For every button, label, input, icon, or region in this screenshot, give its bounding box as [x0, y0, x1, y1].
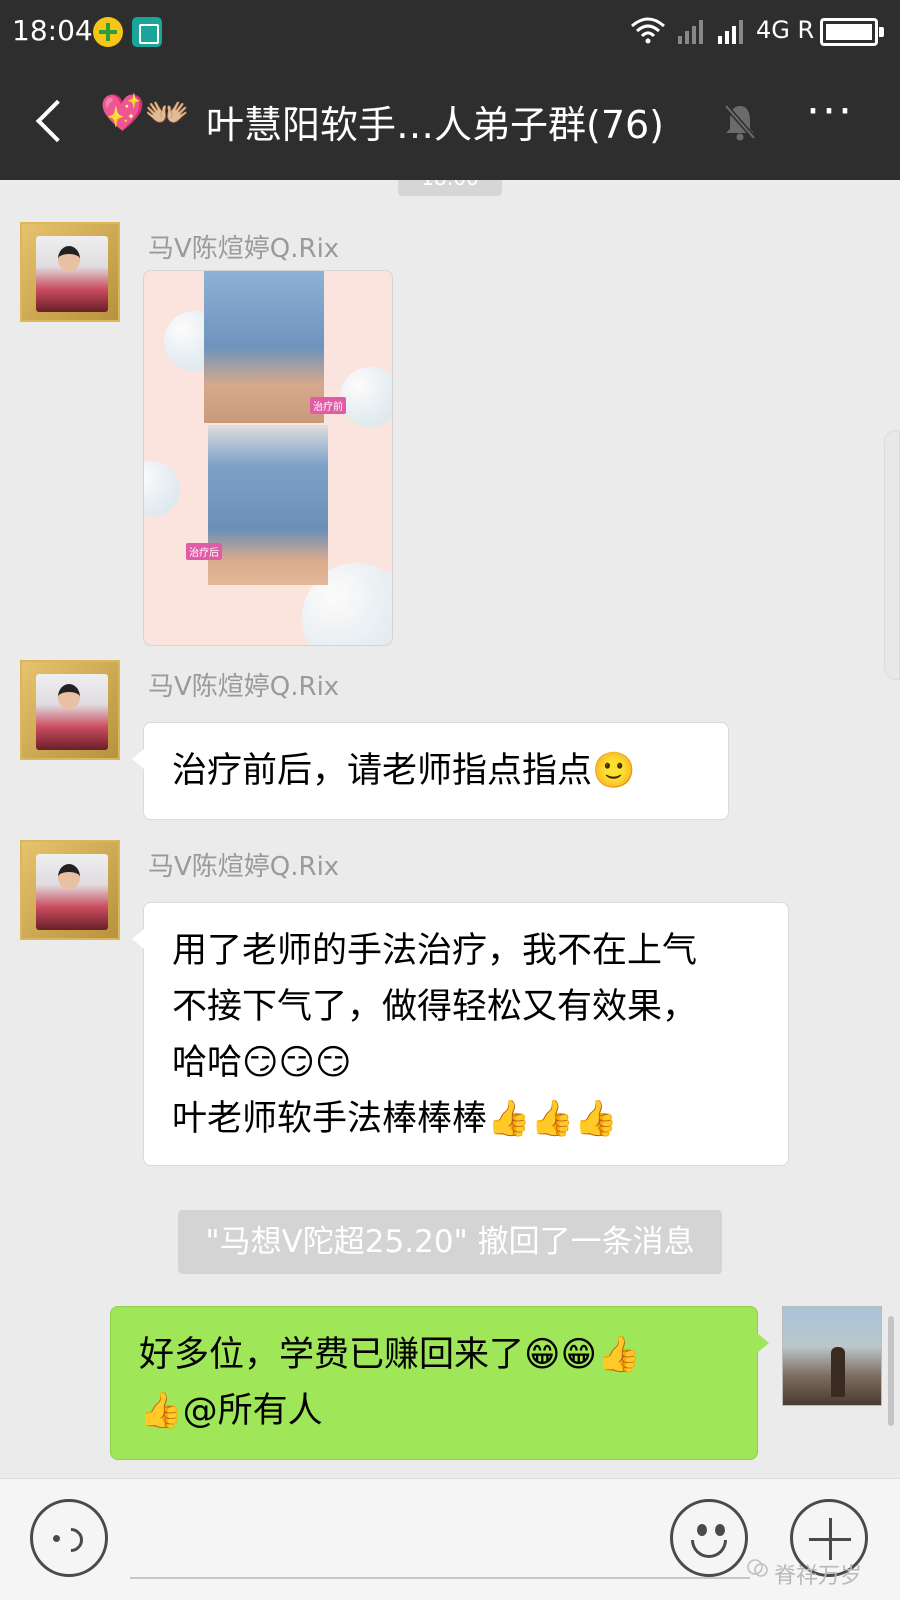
decor-bubble: [144, 461, 180, 517]
sender-avatar[interactable]: [20, 222, 120, 322]
scan-notification-icon: [132, 17, 162, 47]
after-tag: 治疗后: [186, 543, 222, 560]
wifi-icon: [631, 17, 665, 44]
battery-icon: [820, 18, 884, 46]
status-time: 18:04: [12, 14, 93, 47]
before-treatment-photo: [204, 271, 324, 423]
app-notification-icon: [93, 17, 123, 47]
message-line: 好多位，学费已赚回来了😁😁👍: [139, 1335, 641, 1375]
sender-name: 马V陈煊婷Q.Rix: [148, 672, 340, 702]
status-bar: 18:04 4G R: [0, 0, 900, 64]
message-line: 治疗前后，请老师指点指点🙂: [172, 751, 636, 791]
message-input[interactable]: [130, 1577, 750, 1579]
avatar-face: [58, 864, 80, 890]
avatar-face: [58, 246, 80, 272]
emoji-mouth: [691, 1540, 727, 1558]
message-line: 叶老师软手法棒棒棒👍👍👍: [172, 1099, 618, 1139]
side-drawer-handle[interactable]: [884, 430, 900, 680]
sender-name: 马V陈煊婷Q.Rix: [148, 234, 340, 264]
chat-area[interactable]: 18:00 马V陈煊婷Q.Rix 治疗前 治疗后 马V陈煊婷Q.Rix 治疗前后…: [0, 180, 900, 1478]
more-options-button[interactable]: ···: [800, 90, 860, 142]
scrollbar[interactable]: [888, 1316, 894, 1426]
voice-input-button[interactable]: [30, 1499, 108, 1577]
status-icons: 4G R: [620, 0, 900, 64]
decor-bubble: [340, 367, 392, 427]
wechat-official-account-icon: [747, 1559, 768, 1577]
signal-icon: [678, 20, 703, 44]
chat-title[interactable]: 叶慧阳软手…人弟子群(76): [206, 94, 664, 149]
signal-strength-icon: [718, 20, 743, 44]
text-message[interactable]: 用了老师的手法治疗，我不在上气 不接下气了，做得轻松又有效果， 哈哈😏😏😏 叶老…: [132, 902, 789, 1166]
avatar-figure: [831, 1347, 845, 1397]
mute-bell-icon: [724, 104, 756, 141]
sender-avatar[interactable]: [20, 840, 120, 940]
emoji-button[interactable]: [670, 1499, 748, 1577]
emoji-eye: [697, 1524, 707, 1536]
avatar-face: [58, 684, 80, 710]
before-tag: 治疗前: [310, 397, 346, 414]
sender-name: 马V陈煊婷Q.Rix: [148, 852, 340, 882]
my-text-message[interactable]: 好多位，学费已赚回来了😁😁👍 👍@所有人: [110, 1306, 769, 1460]
network-type: 4G R: [756, 16, 815, 44]
image-message[interactable]: 治疗前 治疗后: [143, 270, 393, 646]
chat-header: 💖👐🏼 叶慧阳软手…人弟子群(76) ···: [0, 64, 900, 180]
emoji-eye: [715, 1524, 725, 1536]
timestamp-chip: 18:00: [398, 180, 502, 196]
recall-notice: "马想V陀超25.20" 撤回了一条消息: [178, 1210, 722, 1274]
title-emoji: 💖👐🏼: [100, 93, 190, 134]
my-avatar[interactable]: [782, 1306, 882, 1406]
sender-avatar[interactable]: [20, 660, 120, 760]
message-line: 用了老师的手法治疗，我不在上气: [172, 931, 698, 971]
input-bar: [0, 1478, 900, 1600]
message-line: 👍@所有人: [139, 1391, 323, 1431]
text-message[interactable]: 治疗前后，请老师指点指点🙂: [132, 722, 729, 820]
after-treatment-photo: [208, 425, 328, 585]
watermark-text: 脊祥万岁: [774, 1564, 863, 1589]
back-button[interactable]: [28, 92, 88, 152]
message-line: 哈哈😏😏😏: [172, 1043, 352, 1083]
message-line: 不接下气了，做得轻松又有效果，: [172, 987, 698, 1027]
